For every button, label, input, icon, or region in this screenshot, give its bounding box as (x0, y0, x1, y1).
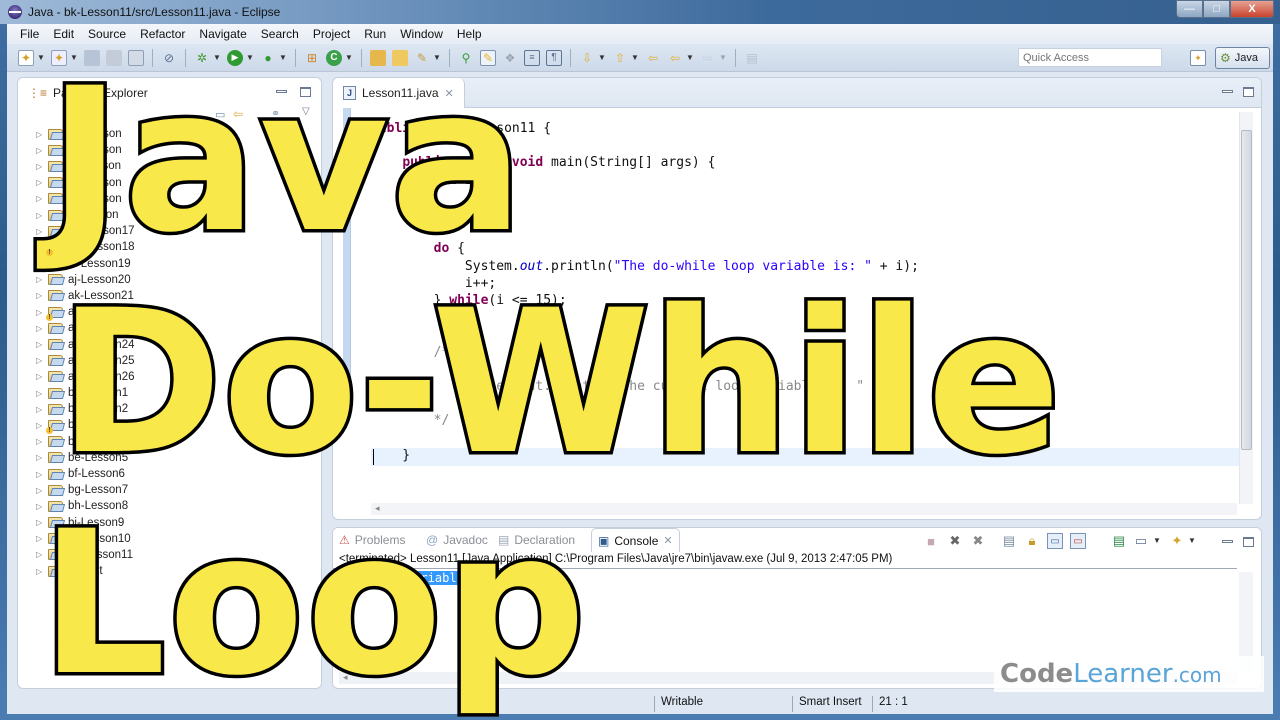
toolbar-separator (735, 48, 736, 67)
pin-console-icon[interactable]: ▤ (1111, 533, 1127, 549)
expand-arrow-icon[interactable]: ▷ (36, 324, 48, 333)
show-stdout-icon[interactable]: ▭ (1047, 533, 1063, 549)
tab-console[interactable]: ▣ Console ✕ (591, 528, 680, 552)
expand-arrow-icon[interactable]: ▷ (36, 211, 48, 220)
expand-arrow-icon[interactable]: ▷ (36, 453, 48, 462)
status-insert-mode: Smart Insert (792, 696, 862, 712)
codelearner-watermark: CodeLearner.com (994, 656, 1264, 692)
expand-arrow-icon[interactable]: ▷ (36, 178, 48, 187)
back-dropdown[interactable]: ▼ (686, 53, 694, 62)
menu-run[interactable]: Run (357, 27, 393, 41)
eclipse-logo-icon (8, 5, 22, 19)
next-annotation-dropdown[interactable]: ▼ (598, 53, 606, 62)
expand-arrow-icon[interactable]: ▷ (36, 162, 48, 171)
close-console-tab-icon[interactable]: ✕ (663, 534, 672, 547)
maximize-editor-icon[interactable] (1243, 87, 1254, 97)
close-button[interactable]: X (1230, 0, 1274, 18)
scroll-lock-icon[interactable]: 🔒︎ (1024, 533, 1040, 549)
show-whitespace-icon[interactable]: ≡ (524, 49, 540, 66)
expand-arrow-icon[interactable]: ▷ (36, 437, 48, 446)
new-dropdown[interactable]: ▼ (37, 53, 45, 62)
remove-launch-icon[interactable]: ✖ (947, 533, 963, 549)
expand-arrow-icon[interactable]: ▷ (36, 227, 48, 236)
overlay-title-do-while: Do-While (54, 267, 1064, 498)
minimize-console-icon[interactable] (1222, 540, 1233, 543)
console-icon: ▣ (598, 533, 610, 548)
watermark-code: Code (1000, 659, 1074, 689)
expand-arrow-icon[interactable]: ▷ (36, 291, 48, 300)
pin-icon[interactable]: ▤ (744, 50, 760, 66)
new-icon[interactable]: ✦ (18, 49, 34, 66)
package-explorer-icon: ⋮≡ (28, 86, 48, 100)
menu-navigate[interactable]: Navigate (192, 27, 253, 41)
minimize-button[interactable]: — (1176, 0, 1203, 18)
watermark-com: .com (1172, 663, 1222, 687)
forward-dropdown[interactable]: ▼ (719, 53, 727, 62)
expand-arrow-icon[interactable]: ▷ (36, 470, 48, 479)
maximize-console-icon[interactable] (1243, 537, 1254, 547)
expand-arrow-icon[interactable]: ▷ (36, 405, 48, 414)
clear-console-icon[interactable]: ▤ (1001, 533, 1017, 549)
expand-arrow-icon[interactable]: ▷ (36, 275, 48, 284)
title-bar: Java - bk-Lesson11/src/Lesson11.java - E… (0, 0, 1280, 24)
expand-arrow-icon[interactable]: ▷ (36, 389, 48, 398)
code-token: main(String[] args) { (551, 155, 716, 171)
menu-window[interactable]: Window (393, 27, 450, 41)
prev-annotation-icon[interactable]: ⇧ (612, 50, 628, 66)
menu-edit[interactable]: Edit (46, 27, 81, 41)
overlay-title-loop: Loop (37, 488, 590, 719)
remove-all-icon[interactable]: ✖ (970, 533, 986, 549)
menu-project[interactable]: Project (306, 27, 357, 41)
open-perspective-icon[interactable]: ✦ (1190, 50, 1206, 66)
tab-console-label: Console (614, 533, 659, 548)
display-console-dropdown[interactable]: ▼ (1153, 536, 1161, 545)
expand-arrow-icon[interactable]: ▷ (36, 130, 48, 139)
java-perspective-label: Java (1234, 52, 1259, 64)
menu-file[interactable]: File (13, 27, 46, 41)
java-perspective-button[interactable]: ⚙ Java (1215, 47, 1270, 69)
minimize-editor-icon[interactable] (1222, 90, 1233, 93)
expand-arrow-icon[interactable]: ▷ (36, 146, 48, 155)
menu-source[interactable]: Source (81, 27, 133, 41)
expand-arrow-icon[interactable]: ▷ (36, 194, 48, 203)
window-title: Java - bk-Lesson11/src/Lesson11.java - E… (28, 5, 281, 19)
menu-help[interactable]: Help (450, 27, 489, 41)
maximize-button[interactable]: □ (1203, 0, 1230, 18)
prev-annotation-dropdown[interactable]: ▼ (631, 53, 639, 62)
expand-arrow-icon[interactable]: ▷ (36, 259, 48, 268)
quick-access-input[interactable] (1018, 48, 1162, 67)
display-console-icon[interactable]: ▭ (1133, 533, 1149, 549)
expand-arrow-icon[interactable]: ▷ (36, 356, 48, 365)
editor-scroll-thumb[interactable] (1241, 130, 1252, 450)
show-stderr-icon[interactable]: ▭ (1070, 533, 1086, 549)
overlay-title-java: Java (45, 45, 528, 276)
menu-refactor[interactable]: Refactor (133, 27, 192, 41)
back-icon[interactable]: ⇦ (667, 50, 683, 66)
window-controls: — □ X (1176, 0, 1274, 18)
expand-arrow-icon[interactable]: ▷ (36, 372, 48, 381)
next-annotation-icon[interactable]: ⇩ (579, 50, 595, 66)
forward-icon[interactable]: ⇨ (700, 50, 716, 66)
toolbar-separator (570, 48, 571, 67)
watermark-learner: Learner (1073, 659, 1173, 689)
pilcrow-icon[interactable]: ¶ (546, 49, 562, 66)
menu-search[interactable]: Search (254, 27, 306, 41)
last-edit-icon[interactable]: ⇦ (645, 50, 661, 66)
status-cursor-position: 21 : 1 (872, 696, 908, 712)
expand-arrow-icon[interactable]: ▷ (36, 340, 48, 349)
status-writable: Writable (654, 696, 703, 712)
terminate-icon[interactable]: ■ (923, 533, 939, 549)
open-console-icon[interactable]: ✦ (1169, 533, 1185, 549)
open-console-dropdown[interactable]: ▼ (1188, 536, 1196, 545)
java-perspective-icon: ⚙ (1220, 51, 1231, 65)
menu-bar: File Edit Source Refactor Navigate Searc… (7, 24, 1273, 44)
editor-vertical-scrollbar[interactable] (1239, 112, 1253, 504)
